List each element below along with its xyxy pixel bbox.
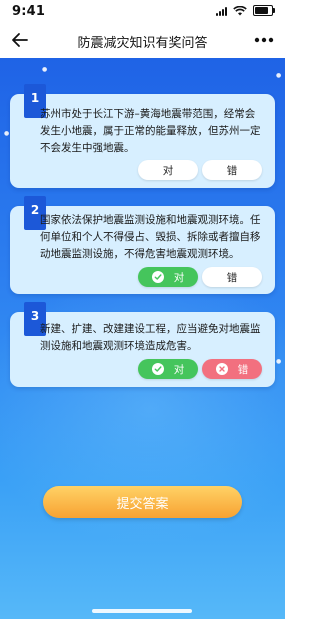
question-card-3: 3 新建、扩建、改建建设工程，应当避免对地震监测设施和地震观测环境造成危害。 对… [10, 302, 275, 387]
submit-label: 提交答案 [116, 496, 169, 512]
answer-false-label: 错 [226, 271, 238, 284]
answer-true-label: 对 [173, 363, 185, 376]
cross-icon [215, 363, 228, 375]
answer-true-button[interactable]: 对 [138, 359, 198, 379]
sparkle-icon: ● [276, 358, 282, 365]
status-bar: 9:41 [0, 0, 285, 22]
answer-false-button[interactable]: 错 [202, 359, 262, 379]
wifi-icon [233, 5, 247, 15]
signal-icon [216, 6, 227, 16]
question-text: 国家依法保护地震监测设施和地震观测环境。任何单位和个人不得侵占、毁损、拆除或者擅… [40, 214, 261, 260]
battery-icon [253, 5, 275, 16]
sparkle-icon: ● [42, 66, 48, 73]
answer-false-button[interactable]: 错 [202, 160, 262, 180]
check-icon [151, 363, 164, 375]
page-title: 防震减灾知识有奖问答 [77, 36, 208, 51]
app-screen: 9:41 防震减灾知识有奖问答 ● ● ● ● 1 苏州市处于长江下游–黄海地震… [0, 0, 285, 619]
status-icons [216, 5, 275, 16]
quiz-area: ● ● ● ● 1 苏州市处于长江下游–黄海地震带范围，经常会发生小地震，属于正… [0, 58, 285, 619]
answer-false-label: 错 [237, 363, 249, 376]
status-time: 9:41 [12, 4, 46, 19]
answer-false-button[interactable]: 错 [202, 267, 262, 287]
question-card-2: 2 国家依法保护地震监测设施和地震观测环境。任何单位和个人不得侵占、毁损、拆除或… [10, 196, 275, 294]
answer-false-label: 错 [226, 164, 238, 177]
submit-answers-button[interactable]: 提交答案 [43, 486, 242, 518]
more-options-icon[interactable] [253, 32, 275, 48]
nav-bar: 防震减灾知识有奖问答 [0, 22, 285, 58]
answer-true-button[interactable]: 对 [138, 267, 198, 287]
question-text: 苏州市处于长江下游–黄海地震带范围，经常会发生小地震，属于正常的能量释放，但苏州… [40, 108, 261, 154]
sparkle-icon: ● [276, 72, 282, 79]
answer-true-label: 对 [173, 271, 185, 284]
answer-true-label: 对 [162, 164, 174, 177]
home-indicator [92, 609, 192, 613]
answer-true-button[interactable]: 对 [138, 160, 198, 180]
question-text: 新建、扩建、改建建设工程，应当避免对地震监测设施和地震观测环境造成危害。 [40, 323, 261, 352]
sparkle-icon: ● [4, 130, 10, 137]
question-card-1: 1 苏州市处于长江下游–黄海地震带范围，经常会发生小地震，属于正常的能量释放，但… [10, 84, 275, 188]
check-icon [151, 271, 164, 283]
